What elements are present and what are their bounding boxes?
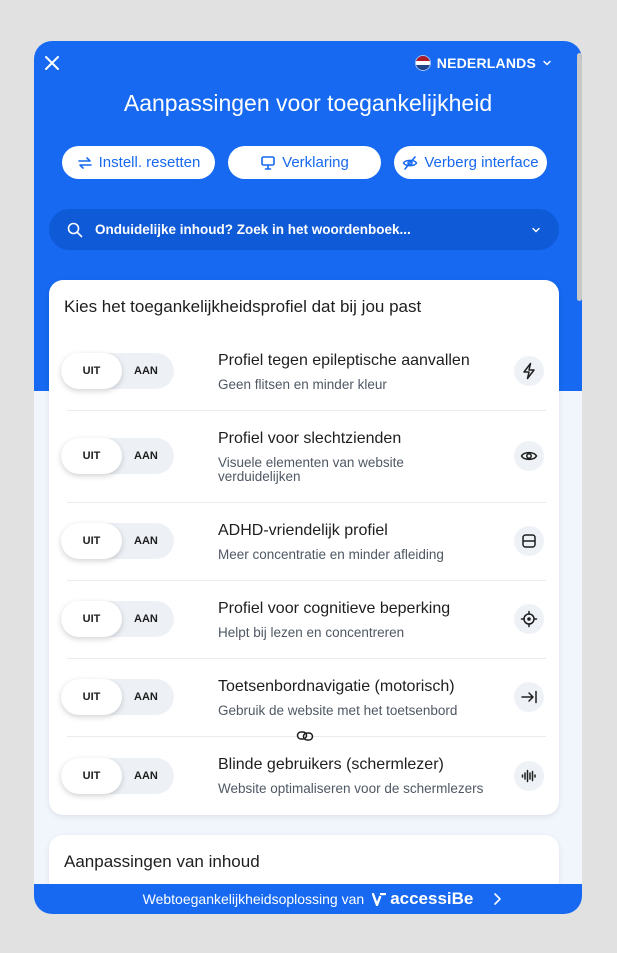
- accessibe-mark-icon: [372, 892, 387, 906]
- audio-wave-icon: [514, 761, 544, 791]
- toggle-low-vision-profile[interactable]: UIT AAN: [61, 438, 174, 474]
- language-label: NEDERLANDS: [436, 55, 536, 71]
- profile-desc: Visuele elementen van website verduideli…: [218, 455, 404, 485]
- toggle-screen-reader-profile[interactable]: UIT AAN: [61, 758, 174, 794]
- footer-bar[interactable]: Webtoegankelijkheidsoplossing van access…: [34, 884, 582, 914]
- link-icon: [296, 731, 314, 741]
- accessibility-panel: NEDERLANDS Aanpassingen voor toegankelij…: [34, 41, 582, 914]
- brand-name: accessiBe: [390, 889, 474, 908]
- scrollbar[interactable]: [577, 49, 582, 884]
- arrow-to-bar-icon: [514, 682, 544, 712]
- reset-settings-button[interactable]: Instell. resetten: [62, 146, 215, 179]
- row-divider: [67, 580, 546, 581]
- toggle-off-label: UIT: [61, 353, 122, 389]
- search-icon: [67, 222, 83, 237]
- netherlands-flag-icon: [414, 55, 431, 71]
- profile-desc: Website optimaliseren voor de schermleze…: [218, 781, 484, 796]
- statement-button[interactable]: Verklaring: [228, 146, 381, 179]
- toggle-on-label: AAN: [134, 691, 158, 703]
- scrollbar-thumb[interactable]: [577, 53, 582, 301]
- profile-title: Profiel tegen epileptische aanvallen: [218, 352, 470, 369]
- profile-desc: Helpt bij lezen en concentreren: [218, 625, 405, 640]
- profile-desc: Meer concentratie en minder afleiding: [218, 547, 444, 562]
- accessibe-logo: accessiBe: [372, 889, 473, 909]
- statement-label: Verklaring: [282, 154, 349, 171]
- toggle-off-label: UIT: [61, 601, 122, 637]
- row-divider: [67, 502, 546, 503]
- profile-title: Profiel voor cognitieve beperking: [218, 600, 451, 617]
- chevron-right-icon[interactable]: [492, 892, 502, 906]
- eye-icon: [514, 441, 544, 471]
- toggle-off-label: UIT: [61, 679, 122, 715]
- toggle-on-label: AAN: [134, 613, 158, 625]
- toggle-off-label: UIT: [61, 523, 122, 559]
- profile-title: ADHD-vriendelijk profiel: [218, 522, 388, 539]
- toggle-on-label: AAN: [134, 535, 158, 547]
- toggle-on-label: AAN: [134, 450, 158, 462]
- toggle-on-label: AAN: [134, 770, 158, 782]
- language-selector[interactable]: NEDERLANDS: [414, 55, 552, 71]
- toggle-adhd-profile[interactable]: UIT AAN: [61, 523, 174, 559]
- profiles-card-title: Kies het toegankelijkheidsprofiel dat bi…: [64, 297, 422, 316]
- action-buttons: Instell. resetten Verklaring Verberg int…: [62, 146, 547, 179]
- toggle-off-label: UIT: [61, 438, 122, 474]
- reset-arrows-icon: [77, 156, 92, 169]
- hide-interface-button[interactable]: Verberg interface: [394, 146, 547, 179]
- toggle-cognitive-profile[interactable]: UIT AAN: [61, 601, 174, 637]
- eye-slash-icon: [403, 155, 418, 170]
- focus-frame-icon: [514, 526, 544, 556]
- statement-icon: [261, 155, 275, 170]
- footer-text: Webtoegankelijkheidsoplossing van: [142, 891, 365, 907]
- target-icon: [514, 604, 544, 634]
- row-divider: [67, 658, 546, 659]
- profile-desc: Gebruik de website met het toetsenbord: [218, 703, 458, 718]
- toggle-off-label: UIT: [61, 758, 122, 794]
- toggle-keyboard-navigation[interactable]: UIT AAN: [61, 679, 174, 715]
- profile-title: Toetsenbordnavigatie (motorisch): [218, 678, 455, 695]
- chevron-down-icon: [543, 60, 551, 66]
- profile-title: Profiel voor slechtzienden: [218, 430, 402, 447]
- toggle-on-label: AAN: [134, 365, 158, 377]
- chevron-down-icon[interactable]: [531, 225, 541, 235]
- hide-interface-label: Verberg interface: [424, 154, 539, 171]
- toggle-epilepsy-profile[interactable]: UIT AAN: [61, 353, 174, 389]
- profile-title: Blinde gebruikers (schermlezer): [218, 756, 444, 773]
- reset-settings-label: Instell. resetten: [98, 154, 201, 171]
- row-divider: [67, 410, 546, 411]
- panel-title: Aanpassingen voor toegankelijkheid: [123, 90, 493, 116]
- profiles-card: Kies het toegankelijkheidsprofiel dat bi…: [49, 280, 559, 815]
- content-card-title: Aanpassingen van inhoud: [64, 852, 260, 871]
- profile-desc: Geen flitsen en minder kleur: [218, 377, 387, 392]
- close-icon[interactable]: [43, 54, 61, 72]
- dictionary-search[interactable]: Onduidelijke inhoud? Zoek in het woorden…: [49, 209, 559, 250]
- search-input[interactable]: Onduidelijke inhoud? Zoek in het woorden…: [95, 222, 531, 237]
- lightning-icon: [514, 356, 544, 386]
